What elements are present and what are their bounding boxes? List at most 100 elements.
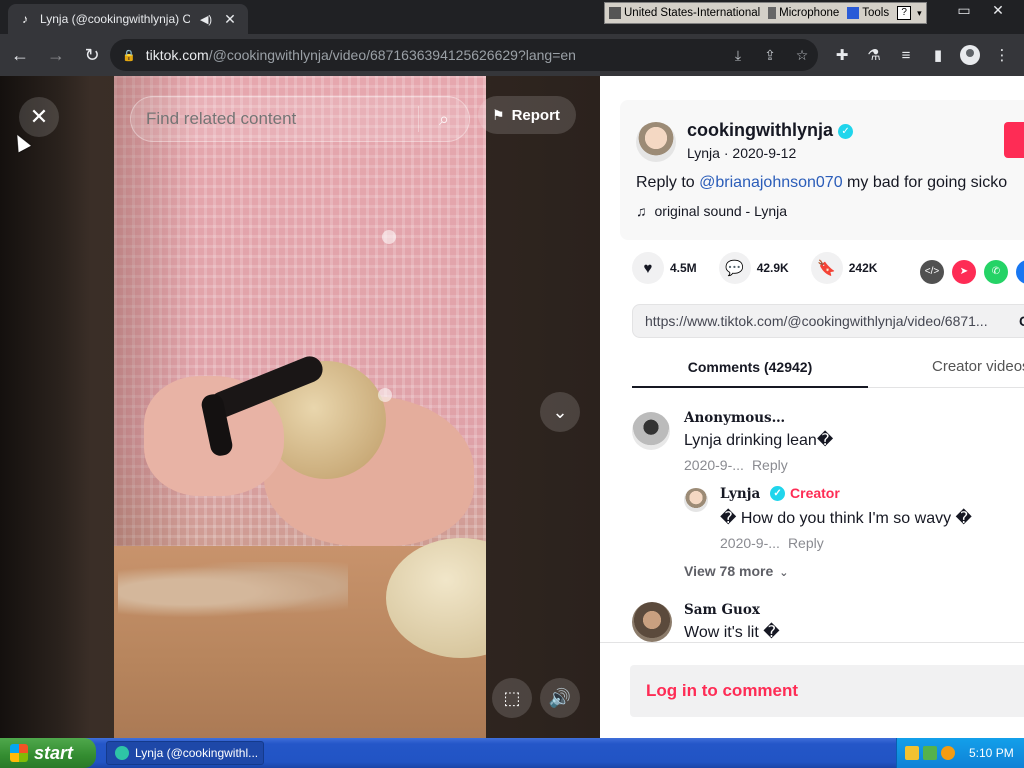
comment-meta: 2020-9-... Reply [684, 457, 788, 473]
view-more-replies-button[interactable]: View 78 more ⌄ [684, 563, 788, 579]
browser-toolbar: ← → ↻ 🔒 tiktok.com/@cookingwithlynja/vid… [0, 34, 1024, 76]
restore-window-button[interactable]: ▭ [946, 0, 982, 22]
follow-button[interactable] [1004, 122, 1024, 158]
side-panel-icon[interactable]: ▮ [922, 46, 954, 64]
floating-player-icon: ⬚ [503, 688, 521, 708]
like-count: 4.5M [670, 261, 697, 275]
close-window-button[interactable]: ✕ [980, 0, 1016, 22]
comment-meta: 2020-9-... Reply [720, 535, 824, 551]
install-app-icon[interactable]: ⤓ [722, 47, 754, 64]
keyboard-layout[interactable]: United States-International [609, 7, 760, 19]
related-content-search[interactable]: ⌕ [130, 96, 470, 142]
network-icon[interactable] [923, 746, 937, 760]
login-to-comment-button[interactable]: Log in to comment [630, 665, 1024, 717]
tab-title: Lynja (@cookingwithlynja) Offi [40, 12, 190, 26]
comment-footer: Log in to comment [600, 642, 1024, 738]
comment-username[interactable]: Anonymous… [684, 410, 785, 426]
video-frame[interactable] [114, 76, 486, 738]
panel-tabs: Comments (42942) Creator videos [632, 348, 1024, 388]
language-bar[interactable]: United States-International Microphone T… [604, 2, 927, 24]
search-input[interactable] [146, 109, 418, 129]
help-button[interactable]: ? [897, 6, 912, 20]
creator-badge: Creator [790, 485, 840, 501]
volume-icon: 🔊 [548, 688, 572, 708]
author-handle[interactable]: cookingwithlynja ✓ [687, 120, 854, 141]
copy-link-field[interactable]: https://www.tiktok.com/@cookingwithlynja… [632, 304, 1024, 338]
like-button[interactable]: ♥ 4.5M [632, 252, 697, 284]
labs-icon[interactable]: ⚗ [858, 46, 890, 64]
comment-username[interactable]: Lynja ✓ Creator [720, 485, 840, 502]
search-icon[interactable]: ⌕ [419, 109, 469, 130]
heart-icon: ♥ [632, 252, 664, 284]
video-shadow [114, 76, 194, 576]
browser-tab[interactable]: ♪ Lynja (@cookingwithlynja) Offi ◀) ✕ [8, 4, 248, 34]
comment-username[interactable]: Sam Guox [684, 602, 760, 618]
clock: 5:10 PM [969, 746, 1014, 760]
address-bar[interactable]: 🔒 tiktok.com/@cookingwithlynja/video/687… [110, 39, 818, 71]
tab-close-icon[interactable]: ✕ [222, 11, 238, 28]
bookmark-button[interactable]: 🔖 242K [810, 252, 877, 284]
send-to-friends-icon[interactable]: ➤ [952, 260, 976, 284]
share-buttons: </> ➤ ✆ f [920, 260, 1024, 284]
tools-icon [847, 7, 860, 19]
video-details-panel: cookingwithlynja ✓ Lynja · 2020-9-12 Repl… [600, 76, 1024, 738]
share-icon[interactable]: ⇪ [754, 47, 786, 64]
music-note-icon: ♫ [636, 203, 647, 219]
shirt-button [382, 230, 396, 244]
security-shield-icon[interactable] [905, 746, 919, 760]
comment-text: Wow it's lit � [684, 624, 780, 641]
engagement-actions: ♥ 4.5M 💬 42.9K 🔖 242K [632, 252, 899, 284]
post-description: Reply to @brianajohnson070 my bad for go… [636, 174, 1008, 191]
facebook-icon[interactable]: f [1016, 260, 1024, 284]
browser-tabstrip: ♪ Lynja (@cookingwithlynja) Offi ◀) ✕ Un… [0, 0, 1024, 34]
comment-count: 42.9K [756, 261, 789, 275]
report-button[interactable]: ⚑ Report [478, 96, 576, 134]
author-avatar[interactable] [636, 122, 676, 162]
creator-avatar[interactable] [684, 488, 708, 512]
embed-code-icon[interactable]: </> [920, 260, 944, 284]
taskbar-chrome-window[interactable]: Lynja (@cookingwithl... [106, 741, 264, 765]
forward-button[interactable]: → [40, 39, 72, 71]
speaker-icon[interactable]: ◀) [198, 13, 214, 26]
close-video-button[interactable]: ✕ [19, 97, 59, 137]
reply-button[interactable]: Reply [788, 535, 824, 551]
extensions-icon[interactable]: ✚ [826, 46, 858, 64]
verified-badge-icon: ✓ [770, 486, 786, 501]
profile-avatar-icon[interactable] [960, 45, 980, 65]
search-icon[interactable] [941, 746, 955, 760]
reload-button[interactable]: ↻ [76, 39, 108, 71]
tab-creator-videos[interactable]: Creator videos [932, 348, 1024, 388]
bookmark-star-icon[interactable]: ☆ [786, 47, 818, 64]
tab-comments[interactable]: Comments (42942) [632, 348, 868, 388]
next-video-button[interactable]: ⌄ [540, 392, 580, 432]
flag-icon: ⚑ [492, 106, 505, 123]
toolbar-actions: ✚ ⚗ ≡ ▮ ⋮ [826, 39, 1018, 71]
start-button[interactable]: start [0, 738, 96, 768]
tools-button[interactable]: Tools [847, 7, 889, 19]
copy-link-button[interactable]: C [1019, 305, 1024, 337]
whatsapp-icon[interactable]: ✆ [984, 260, 1008, 284]
keyboard-icon [609, 7, 621, 19]
mention-link[interactable]: @brianajohnson070 [699, 174, 842, 191]
post-info-card: cookingwithlynja ✓ Lynja · 2020-9-12 Repl… [620, 100, 1024, 240]
chevron-down-icon: ⌄ [779, 567, 789, 579]
commenter-avatar[interactable] [632, 412, 670, 450]
comment-button[interactable]: 💬 42.9K [718, 252, 789, 284]
lock-icon[interactable]: 🔒 [122, 49, 136, 62]
picture-in-picture-button[interactable]: ⬚ [492, 678, 532, 718]
url-text[interactable]: tiktok.com/@cookingwithlynja/video/68716… [146, 47, 722, 63]
comment-text: � How do you think I'm so wavy � [720, 510, 972, 527]
back-button[interactable]: ← [4, 39, 36, 71]
reply-button[interactable]: Reply [752, 457, 788, 473]
microphone-button[interactable]: Microphone [768, 7, 839, 19]
tiktok-icon: ♪ [22, 12, 28, 26]
menu-icon[interactable]: ⋮ [986, 46, 1018, 64]
commenter-avatar[interactable] [632, 602, 672, 642]
chevron-down-icon: ⌄ [552, 402, 568, 422]
volume-button[interactable]: 🔊 [540, 678, 580, 718]
microphone-icon [768, 7, 777, 19]
media-control-icon[interactable]: ≡ [890, 47, 922, 64]
language-bar-options-icon[interactable]: ▾ [917, 8, 922, 19]
video-player-area[interactable]: ✕ ⌕ ⚑ Report ⌄ ⬚ 🔊 [0, 76, 600, 738]
music-link[interactable]: ♫ original sound - Lynja [636, 203, 787, 219]
